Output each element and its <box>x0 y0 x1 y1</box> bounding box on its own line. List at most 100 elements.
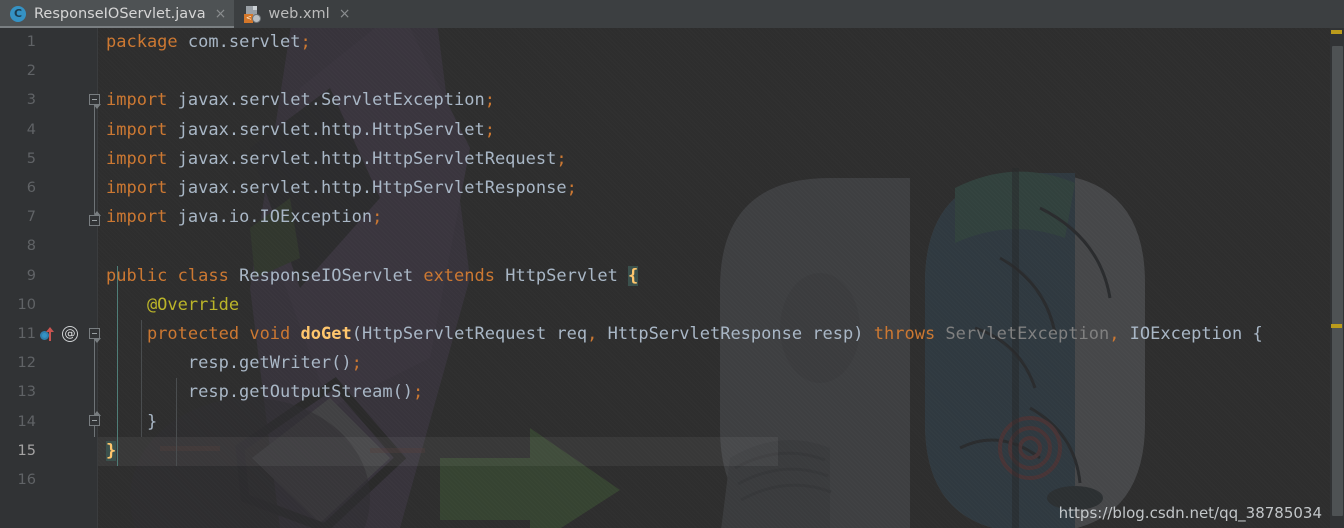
code-line-10[interactable]: @Override <box>98 291 239 320</box>
code-line-13[interactable]: resp.getOutputStream(); <box>98 378 423 407</box>
code-token: HttpServlet <box>494 265 629 286</box>
tab-web-xml[interactable]: < web.xml × <box>234 0 358 28</box>
java-class-icon: C <box>10 5 27 23</box>
code-token: import <box>106 178 168 198</box>
line-number: 14 <box>17 413 36 430</box>
line-number: 16 <box>17 472 36 488</box>
code-token: ServletException <box>935 324 1110 344</box>
tab-responseioservlet-java[interactable]: C ResponseIOServlet.java × <box>0 0 235 28</box>
code-line-15[interactable]: } <box>98 437 117 466</box>
code-line-8[interactable] <box>98 232 106 261</box>
code-line-4[interactable]: import javax.servlet.http.HttpServlet; <box>98 116 495 145</box>
warning-marker-line11[interactable] <box>1331 324 1342 328</box>
code-token: import <box>106 148 168 169</box>
line-number: 9 <box>26 267 36 284</box>
line-number: 1 <box>26 34 36 50</box>
line-number: 8 <box>26 238 36 255</box>
line-number: 10 <box>17 296 36 313</box>
code-token: javax.servlet.http.HttpServletRequest <box>167 148 557 169</box>
code-line-6[interactable]: import javax.servlet.http.HttpServletRes… <box>98 174 577 203</box>
code-token: ; <box>484 90 495 111</box>
code-line-3[interactable]: import javax.servlet.ServletException; <box>98 86 495 115</box>
code-token: { <box>628 265 639 286</box>
tab-bar-empty-space <box>358 0 1344 28</box>
code-token: protected <box>146 324 240 344</box>
code-token: HttpServletResponse resp <box>597 324 854 344</box>
annotation-at-icon[interactable]: @ <box>62 326 78 342</box>
code-token: package <box>106 32 178 52</box>
editor-tab-bar: C ResponseIOServlet.java × < web.xml × <box>0 0 1344 28</box>
code-line-12[interactable]: resp.getWriter(); <box>98 349 362 378</box>
code-line-9[interactable]: public class ResponseIOServlet extends H… <box>98 262 639 291</box>
line-number: 2 <box>26 63 36 80</box>
code-token: } <box>106 440 117 461</box>
tab-label: ResponseIOServlet.java <box>34 6 206 22</box>
code-line-5[interactable]: import javax.servlet.http.HttpServletReq… <box>98 145 567 174</box>
code-token: , <box>1109 324 1120 344</box>
code-token: ; <box>300 32 311 52</box>
line-number: 6 <box>26 180 36 196</box>
code-token: ; <box>351 353 362 374</box>
code-token: import <box>106 119 168 140</box>
editor-marker-scrollbar[interactable] <box>1330 28 1344 528</box>
code-token: ; <box>566 178 577 198</box>
editor-gutter[interactable]: 1 2 3 4 5 6 7 8 9 10 11 12 13 14 15 16 @ <box>0 28 98 528</box>
line-number-current: 15 <box>17 442 36 459</box>
xml-file-icon-fold <box>253 5 258 10</box>
code-token: javax.servlet.http.HttpServlet <box>167 119 485 140</box>
tab-label: web.xml <box>268 6 330 22</box>
code-content[interactable]: package com.servlet; import javax.servle… <box>98 28 1344 528</box>
code-token: { <box>1242 324 1263 344</box>
code-token: ; <box>484 119 495 140</box>
line-number: 12 <box>17 355 36 372</box>
code-token: void <box>249 324 291 344</box>
code-token: doGet <box>300 324 352 344</box>
code-line-7[interactable]: import java.io.IOException; <box>98 203 382 232</box>
line-number: 3 <box>26 92 36 109</box>
code-line-1[interactable]: package com.servlet; <box>98 28 311 57</box>
tab-close-icon[interactable]: × <box>215 7 227 21</box>
code-token: ) <box>853 324 864 344</box>
code-token: extends <box>423 265 495 286</box>
warning-marker-top[interactable] <box>1331 30 1342 34</box>
code-token: } <box>106 411 158 432</box>
code-editor[interactable]: 1 2 3 4 5 6 7 8 9 10 11 12 13 14 15 16 @ <box>0 28 1344 528</box>
line-number: 7 <box>26 209 36 226</box>
code-token: javax.servlet.http.HttpServletResponse <box>167 178 567 198</box>
code-token: @Override <box>106 294 240 315</box>
code-token: import <box>106 90 168 111</box>
code-token: com.servlet <box>177 32 301 52</box>
code-line-11[interactable]: protected void doGet(HttpServletRequest … <box>98 320 1263 349</box>
line-number: 11 <box>17 326 36 342</box>
xml-file-icon: < <box>244 5 262 23</box>
code-token: IOException <box>1119 324 1243 344</box>
tab-close-icon[interactable]: × <box>339 7 351 21</box>
scrollbar-thumb[interactable] <box>1332 46 1343 516</box>
code-token: ResponseIOServlet <box>228 265 424 286</box>
code-token: java.io.IOException <box>167 207 373 228</box>
code-line-16[interactable] <box>98 466 106 495</box>
blog-watermark: https://blog.csdn.net/qq_38785034 <box>1058 504 1322 522</box>
line-number: 5 <box>26 150 36 167</box>
java-class-icon-letter: C <box>10 5 26 22</box>
code-line-14[interactable]: } <box>98 408 157 437</box>
gutter-icons-line-11[interactable]: @ <box>40 320 90 349</box>
code-token: class <box>177 265 229 286</box>
override-method-icon[interactable] <box>40 327 56 343</box>
code-token: javax.servlet.ServletException <box>167 90 485 111</box>
code-token: ( <box>351 324 362 344</box>
code-token: public <box>106 265 168 286</box>
override-method-icon-arrow <box>46 327 54 341</box>
code-token: HttpServletRequest req <box>361 324 588 344</box>
code-token: resp.getWriter() <box>106 353 352 374</box>
code-token: ; <box>413 382 424 403</box>
code-line-2[interactable] <box>98 57 106 86</box>
ide-window: C ResponseIOServlet.java × < web.xml × 1… <box>0 0 1344 528</box>
override-method-icon-dot <box>40 331 49 340</box>
code-token: , <box>587 324 598 344</box>
